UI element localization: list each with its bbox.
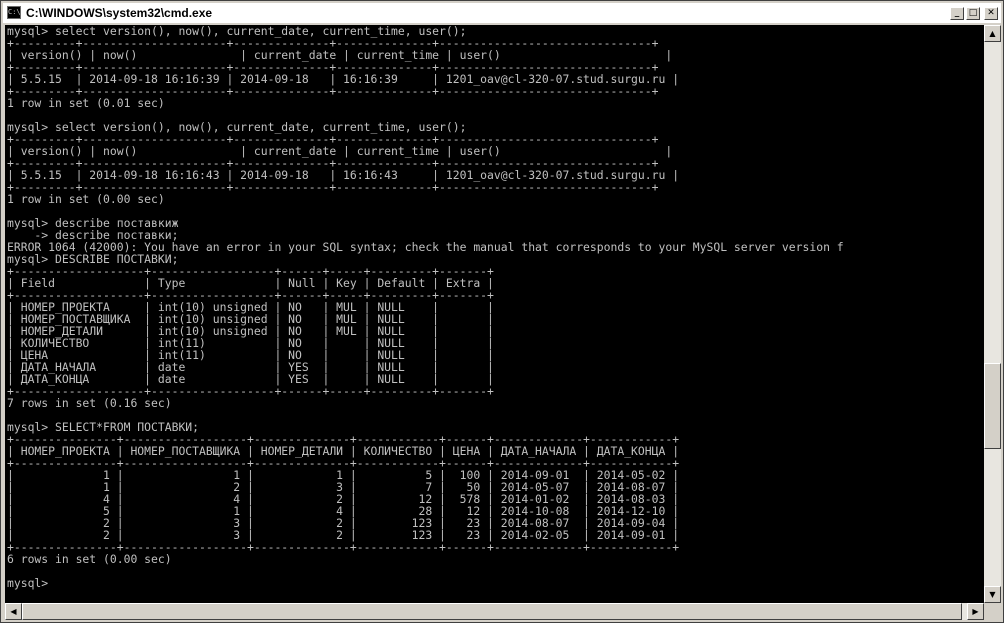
vertical-scroll-thumb[interactable] bbox=[984, 363, 1001, 449]
console-line: 1 row in set (0.01 sec) bbox=[7, 96, 165, 110]
minimize-button[interactable]: _ bbox=[950, 7, 964, 20]
console-app-icon[interactable]: C:\ bbox=[7, 6, 21, 19]
console-line: 7 rows in set (0.16 sec) bbox=[7, 396, 172, 410]
console-output[interactable]: mysql> select version(), now(), current_… bbox=[5, 25, 984, 603]
close-button[interactable]: ✕ bbox=[984, 7, 998, 20]
title-bar[interactable]: C:\ C:\WINDOWS\system32\cmd.exe _ □ ✕ bbox=[3, 3, 1001, 23]
size-grip[interactable] bbox=[984, 603, 1001, 620]
horizontal-scrollbar[interactable]: ◀ ▶ bbox=[5, 603, 984, 620]
maximize-button[interactable]: □ bbox=[966, 7, 980, 20]
scroll-right-arrow-icon[interactable]: ▶ bbox=[967, 603, 984, 620]
horizontal-scroll-thumb[interactable] bbox=[22, 603, 962, 620]
console-text: mysql> select version(), now(), current_… bbox=[5, 25, 984, 589]
scroll-left-arrow-icon[interactable]: ◀ bbox=[5, 603, 22, 620]
console-line: mysql> bbox=[7, 576, 49, 590]
vertical-scrollbar[interactable]: ▲ ▼ bbox=[984, 25, 1001, 603]
window-title: C:\WINDOWS\system32\cmd.exe bbox=[26, 6, 213, 20]
console-line: 1 row in set (0.00 sec) bbox=[7, 192, 165, 206]
scroll-up-arrow-icon[interactable]: ▲ bbox=[984, 25, 1001, 42]
console-line: 6 rows in set (0.00 sec) bbox=[7, 552, 172, 566]
scroll-down-arrow-icon[interactable]: ▼ bbox=[984, 586, 1001, 603]
cmd-window: C:\ C:\WINDOWS\system32\cmd.exe _ □ ✕ my… bbox=[0, 0, 1004, 623]
